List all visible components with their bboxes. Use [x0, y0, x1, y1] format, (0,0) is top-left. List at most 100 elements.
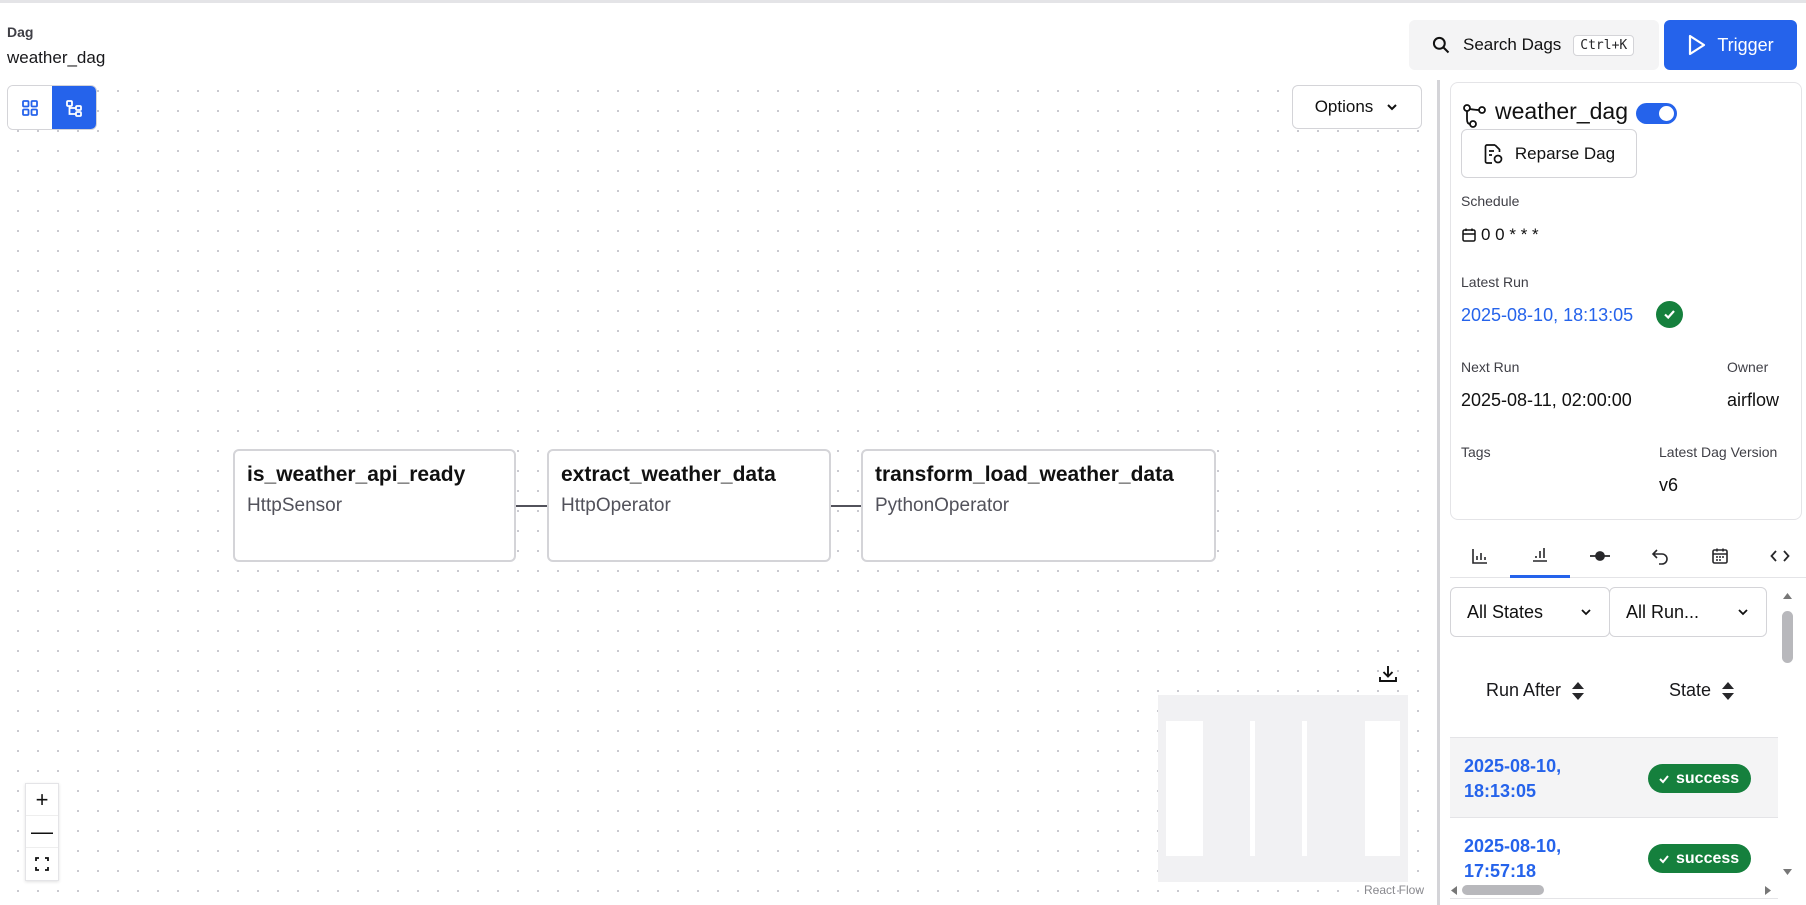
options-dropdown[interactable]: Options	[1292, 85, 1422, 129]
task-edge	[516, 505, 547, 507]
zoom-in-button[interactable]: +	[26, 784, 58, 816]
details-tabs	[1450, 533, 1806, 578]
schedule-label: Schedule	[1461, 193, 1520, 209]
owner-label: Owner	[1727, 359, 1769, 375]
fit-view-button[interactable]	[26, 848, 58, 880]
run-type-filter-value: All Run...	[1626, 601, 1700, 622]
vertical-scrollbar[interactable]	[1780, 590, 1794, 880]
code-icon	[1770, 549, 1790, 562]
tab-overview[interactable]	[1450, 533, 1510, 578]
state-filter-select[interactable]: All States	[1450, 587, 1610, 637]
next-run-label: Next Run	[1461, 359, 1520, 375]
scrollbar-thumb[interactable]	[1782, 611, 1793, 663]
task-name: is_weather_api_ready	[247, 463, 466, 486]
task-node[interactable]: is_weather_api_ready HttpSensor	[233, 449, 516, 562]
status-label: success	[1676, 769, 1740, 787]
schedule-value-wrap: 0 0 * * *	[1461, 225, 1539, 245]
page-title: weather_dag	[7, 48, 106, 67]
latest-run-link[interactable]: 2025-08-10, 18:13:05	[1461, 305, 1633, 326]
panel-resize-handle[interactable]	[1437, 80, 1440, 905]
task-name: transform_load_weather_data	[875, 463, 1174, 486]
top-divider	[0, 0, 1806, 3]
scroll-right-icon	[1765, 886, 1771, 895]
search-icon	[1432, 36, 1450, 54]
undo-icon	[1651, 548, 1668, 565]
tab-runs[interactable]	[1510, 533, 1570, 578]
check-icon	[1664, 310, 1675, 320]
run-after-link[interactable]: 2025-08-10, 18:13:05	[1464, 754, 1584, 804]
react-flow-attribution[interactable]: React Flow	[1364, 883, 1424, 897]
calendar-icon	[1462, 228, 1476, 242]
download-icon	[1379, 666, 1397, 682]
column-header-label: State	[1669, 680, 1712, 700]
pause-toggle[interactable]	[1636, 103, 1677, 124]
status-label: success	[1676, 849, 1740, 867]
task-operator: HttpSensor	[247, 495, 343, 516]
grid-icon	[22, 99, 38, 116]
run-after-link[interactable]: 2025-08-10, 17:57:18	[1464, 834, 1584, 884]
column-header-state[interactable]: State	[1669, 680, 1735, 701]
task-edge	[831, 505, 861, 507]
status-badge: success	[1648, 844, 1752, 873]
minimap-node	[1203, 695, 1250, 882]
task-node[interactable]: extract_weather_data HttpOperator	[547, 449, 831, 562]
success-status-icon	[1656, 301, 1683, 328]
grid-view-button[interactable]	[8, 86, 52, 129]
tags-label: Tags	[1461, 444, 1491, 460]
graph-icon	[66, 99, 82, 117]
status-badge: success	[1648, 764, 1752, 793]
state-filter-value: All States	[1467, 601, 1544, 622]
tab-backfills[interactable]	[1630, 533, 1690, 578]
file-refresh-icon	[1484, 143, 1503, 164]
tab-calendar[interactable]	[1690, 533, 1750, 578]
reparse-label: Reparse Dag	[1514, 143, 1616, 163]
chevron-down-icon	[1581, 609, 1591, 616]
zoom-out-button[interactable]: —	[26, 816, 58, 848]
trigger-label: Trigger	[1717, 34, 1774, 55]
scroll-up-icon	[1783, 593, 1792, 599]
view-toggle	[7, 85, 97, 130]
chevron-down-icon	[1387, 104, 1398, 111]
table-row[interactable]: 2025-08-10, 18:13:05 success	[1450, 737, 1778, 818]
dag-version-label: Latest Dag Version	[1659, 444, 1778, 460]
task-name: extract_weather_data	[561, 463, 776, 486]
graph-view-button[interactable]	[52, 86, 96, 129]
scroll-left-icon	[1451, 886, 1457, 895]
reparse-dag-button[interactable]: Reparse Dag	[1461, 129, 1637, 178]
calendar-icon	[1712, 548, 1728, 564]
trigger-button[interactable]: Trigger	[1664, 20, 1797, 70]
dag-title: weather_dag	[1495, 98, 1628, 124]
breadcrumb[interactable]: Dag	[7, 24, 33, 40]
bar-chart-icon	[1472, 548, 1487, 564]
scroll-down-icon	[1783, 869, 1792, 875]
minimap-node	[1255, 695, 1302, 882]
fit-view-icon	[35, 857, 49, 871]
column-header-run-after[interactable]: Run After	[1486, 680, 1585, 701]
commit-icon	[1590, 550, 1610, 561]
tab-tasks[interactable]	[1570, 533, 1630, 578]
task-node[interactable]: transform_load_weather_data PythonOperat…	[861, 449, 1216, 562]
download-button[interactable]	[1377, 663, 1399, 690]
schedule-value: 0 0 * * *	[1481, 225, 1539, 244]
tab-code[interactable]	[1750, 533, 1806, 578]
latest-run-label: Latest Run	[1461, 274, 1529, 290]
task-operator: PythonOperator	[875, 495, 1010, 516]
search-label: Search Dags	[1463, 35, 1562, 54]
chart-column-icon	[1533, 548, 1547, 562]
search-dags-button[interactable]: Search Dags Ctrl+K	[1409, 20, 1659, 70]
options-label: Options	[1314, 97, 1374, 116]
minimap-node	[1307, 695, 1365, 882]
dag-version-value: v6	[1659, 475, 1679, 495]
next-run-value: 2025-08-11, 02:00:00	[1461, 390, 1632, 410]
check-icon	[1659, 774, 1669, 783]
sort-icon	[1722, 681, 1735, 700]
owner-value[interactable]: airflow	[1727, 390, 1779, 411]
zoom-controls: + —	[25, 783, 59, 881]
horizontal-scrollbar[interactable]	[1450, 883, 1784, 897]
task-operator: HttpOperator	[561, 495, 671, 516]
shortcut-badge: Ctrl+K	[1573, 34, 1635, 56]
play-icon	[1689, 34, 1706, 56]
scrollbar-thumb[interactable]	[1462, 885, 1544, 895]
chevron-down-icon	[1738, 609, 1748, 616]
run-type-filter-select[interactable]: All Run...	[1609, 587, 1767, 637]
